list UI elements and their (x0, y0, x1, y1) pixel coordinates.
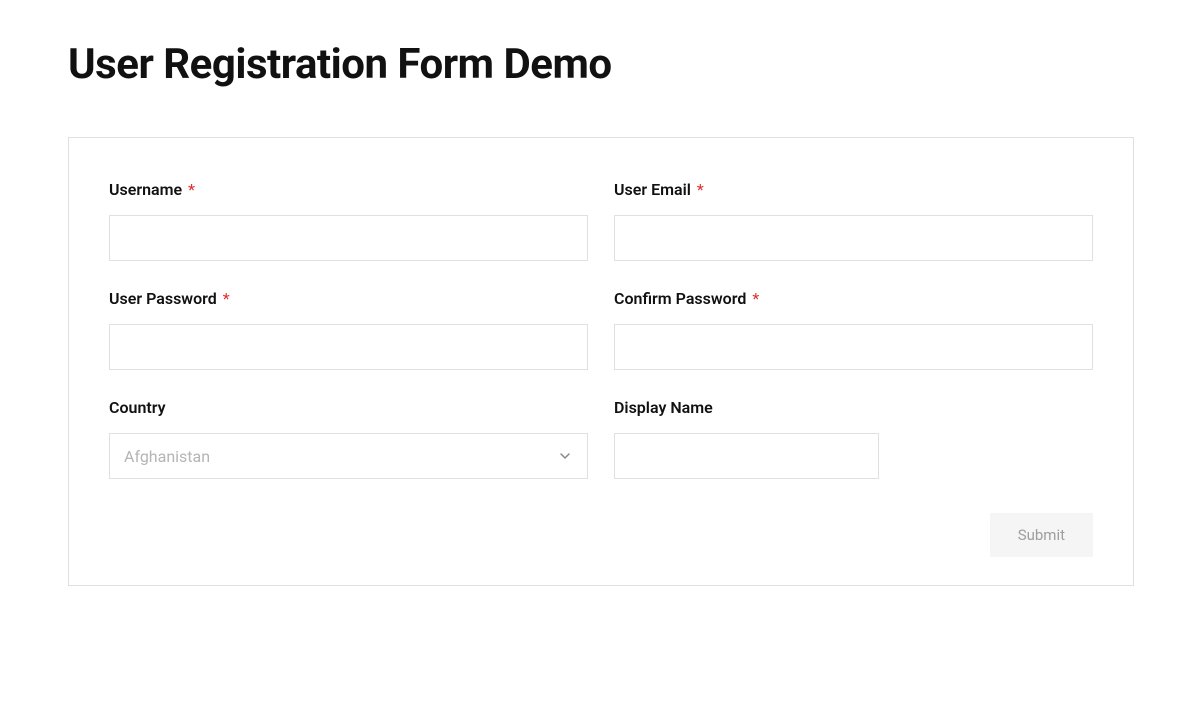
username-field-group: Username * (109, 180, 588, 261)
user-password-input[interactable] (109, 324, 588, 370)
submit-button[interactable]: Submit (990, 513, 1093, 557)
display-name-field-group: Display Name (614, 398, 1093, 479)
form-actions: Submit (109, 513, 1093, 557)
confirm-password-label: Confirm Password * (614, 289, 1093, 308)
user-password-label-text: User Password (109, 289, 217, 308)
username-label-text: Username (109, 180, 182, 199)
required-marker: * (697, 180, 704, 199)
user-password-field-group: User Password * (109, 289, 588, 370)
display-name-input[interactable] (614, 433, 879, 479)
user-password-label: User Password * (109, 289, 588, 308)
page-title: User Registration Form Demo (68, 40, 1134, 89)
display-name-label-text: Display Name (614, 398, 713, 417)
country-selected-value: Afghanistan (124, 447, 210, 466)
country-label: Country (109, 398, 588, 417)
user-email-input[interactable] (614, 215, 1093, 261)
username-input[interactable] (109, 215, 588, 261)
required-marker: * (223, 289, 230, 308)
country-select[interactable]: Afghanistan (109, 433, 588, 479)
chevron-down-icon (557, 448, 573, 464)
registration-form: Username * User Email * User Password * … (68, 137, 1134, 586)
confirm-password-field-group: Confirm Password * (614, 289, 1093, 370)
country-label-text: Country (109, 398, 166, 417)
user-email-label-text: User Email (614, 180, 691, 199)
username-label: Username * (109, 180, 588, 199)
country-field-group: Country Afghanistan (109, 398, 588, 479)
confirm-password-label-text: Confirm Password (614, 289, 746, 308)
display-name-label: Display Name (614, 398, 1093, 417)
user-email-field-group: User Email * (614, 180, 1093, 261)
user-email-label: User Email * (614, 180, 1093, 199)
required-marker: * (188, 180, 195, 199)
required-marker: * (752, 289, 759, 308)
confirm-password-input[interactable] (614, 324, 1093, 370)
